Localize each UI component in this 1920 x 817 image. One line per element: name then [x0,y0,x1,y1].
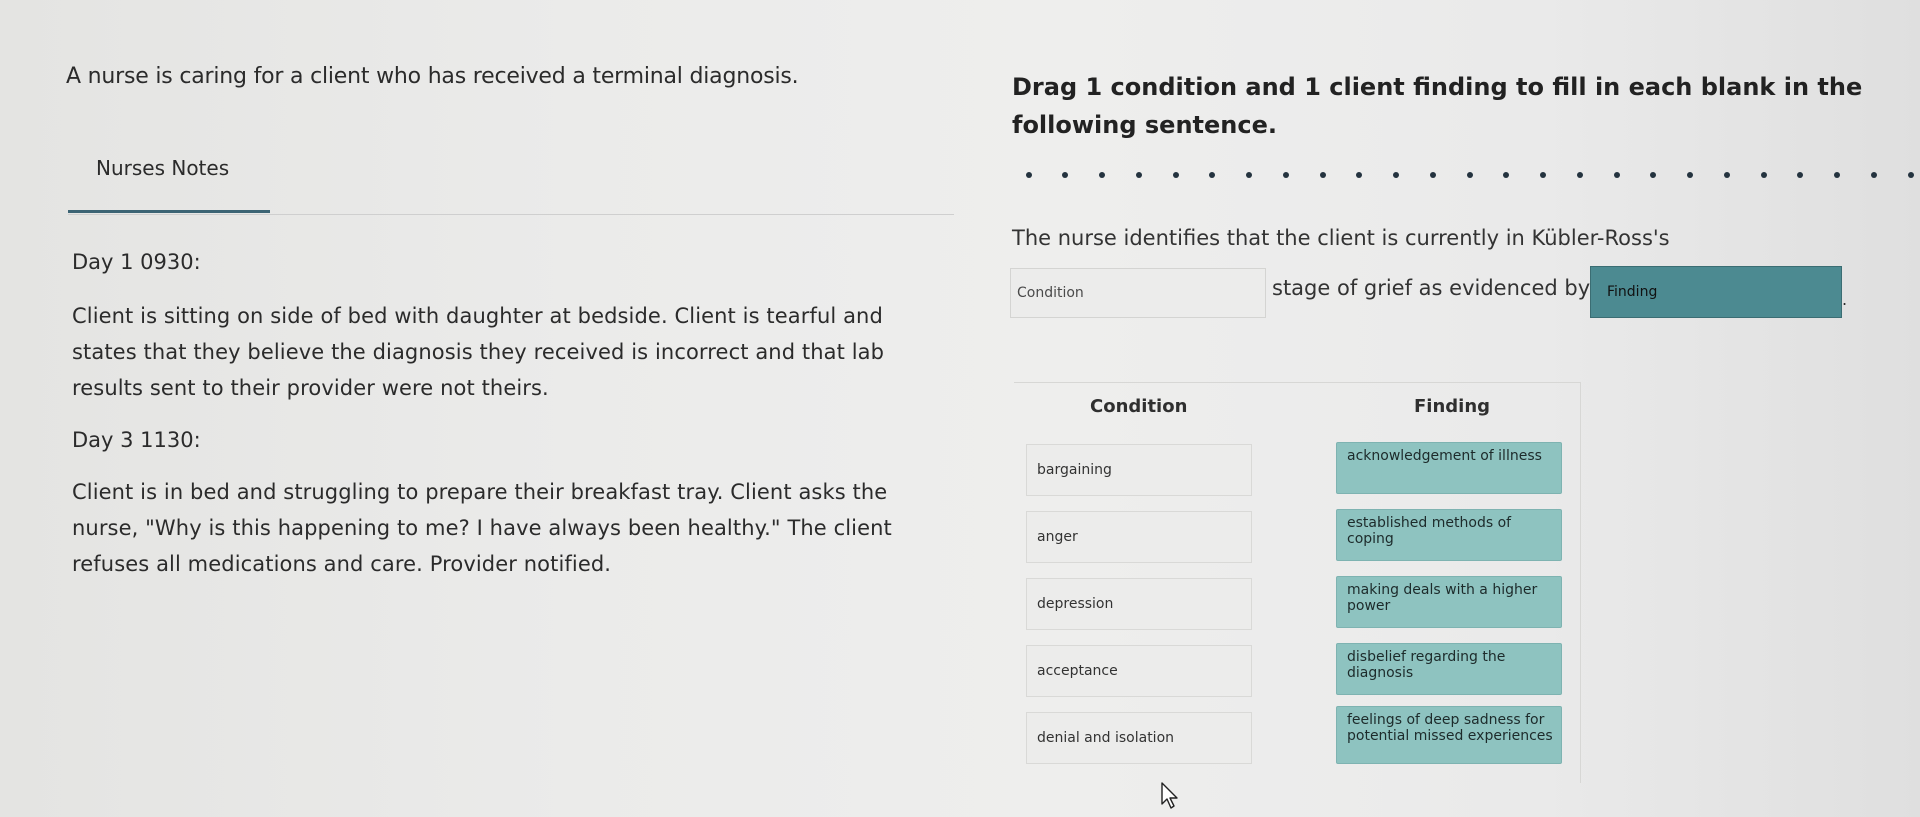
progress-dot [1540,172,1546,178]
progress-dot [1062,172,1068,178]
progress-dot [1761,172,1767,178]
progress-dot [1393,172,1399,178]
note-time-day3: Day 3 1130: [72,428,201,452]
progress-dot [1209,172,1215,178]
condition-column-header: Condition [1090,396,1188,417]
progress-dot [1577,172,1583,178]
progress-dot [1797,172,1803,178]
progress-dot [1356,172,1362,178]
note-text-day3: Client is in bed and struggling to prepa… [72,480,892,576]
progress-dot [1908,172,1914,178]
progress-dot [1099,172,1105,178]
tab-divider [68,214,954,215]
note-text-day1: Client is sitting on side of bed with da… [72,304,885,400]
note-time-day1: Day 1 0930: [72,250,201,274]
condition-option-denial[interactable]: denial and isolation [1026,712,1252,764]
progress-dot [1136,172,1142,178]
sentence-part-2: stage of grief as evidenced by [1272,276,1591,300]
scenario-intro: A nurse is caring for a client who has r… [66,64,799,89]
sentence-end: . [1842,290,1848,309]
condition-option-anger[interactable]: anger [1026,511,1252,563]
finding-option-coping[interactable]: established methods of coping [1336,509,1562,561]
progress-dot [1283,172,1289,178]
condition-option-depression[interactable]: depression [1026,578,1252,630]
finding-drop-zone[interactable]: Finding [1590,266,1842,318]
active-tab-indicator [68,210,270,213]
condition-option-acceptance[interactable]: acceptance [1026,645,1252,697]
finding-option-deals[interactable]: making deals with a higher power [1336,576,1562,628]
progress-dot [1687,172,1693,178]
condition-option-bargaining[interactable]: bargaining [1026,444,1252,496]
question-instruction: Drag 1 condition and 1 client finding to… [1012,73,1863,139]
progress-dot [1246,172,1252,178]
progress-dot [1503,172,1509,178]
scenario-panel: A nurse is caring for a client who has r… [0,0,960,817]
progress-dot [1467,172,1473,178]
progress-dot [1650,172,1656,178]
progress-dot [1614,172,1620,178]
mouse-cursor-icon [1161,782,1178,809]
progress-dot [1320,172,1326,178]
progress-dot [1430,172,1436,178]
tab-nurses-notes[interactable]: Nurses Notes [96,156,229,180]
finding-option-disbelief[interactable]: disbelief regarding the diagnosis [1336,643,1562,695]
progress-dot [1834,172,1840,178]
finding-column-header: Finding [1414,396,1491,417]
sentence-part-1: The nurse identifies that the client is … [1012,226,1670,250]
condition-drop-zone[interactable]: Condition [1010,268,1266,318]
finding-option-sadness[interactable]: feelings of deep sadness for potential m… [1336,706,1562,764]
progress-dot [1173,172,1179,178]
progress-dot [1871,172,1877,178]
question-progress-dots [1026,172,1920,182]
finding-option-acknowledgement[interactable]: acknowledgement of illness [1336,442,1562,494]
progress-dot [1724,172,1730,178]
progress-dot [1026,172,1032,178]
